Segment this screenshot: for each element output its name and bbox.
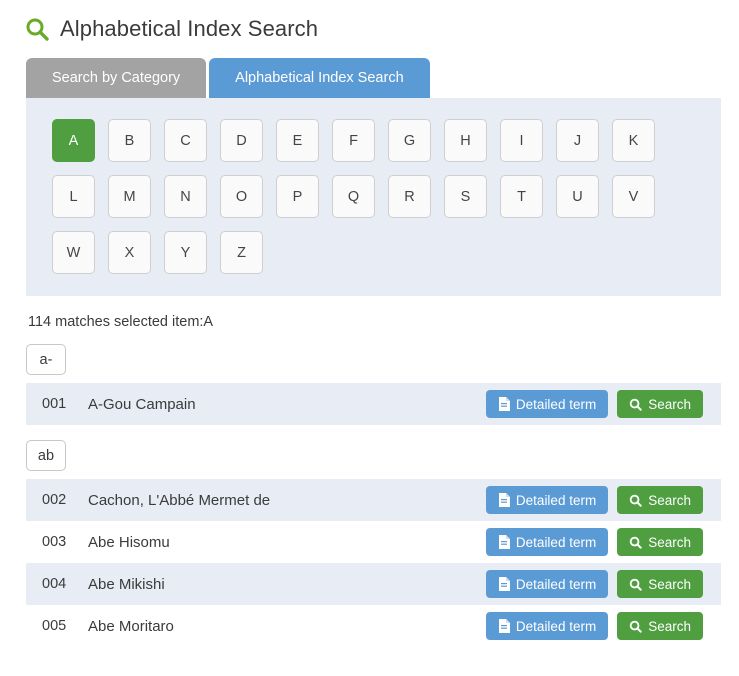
table-row[interactable]: 001 A-Gou Campain Detailed term Search [26,383,721,425]
magnifier-icon [629,620,642,633]
table-row[interactable]: 004 Abe Mikishi Detailed term Search [26,563,721,605]
row-actions: Detailed term Search [485,486,703,514]
document-icon [498,577,510,591]
alpha-button-b[interactable]: B [108,119,151,162]
alpha-button-j[interactable]: J [556,119,599,162]
search-button[interactable]: Search [617,528,703,556]
alpha-button-w[interactable]: W [52,231,95,274]
alpha-button-k[interactable]: K [612,119,655,162]
alpha-button-r[interactable]: R [388,175,431,218]
alpha-button-x[interactable]: X [108,231,151,274]
row-name: Abe Hisomu [88,533,170,551]
alphabet-row-2: L M N O P Q R S T U V [52,175,721,218]
row-number: 001 [42,396,67,412]
alpha-button-d[interactable]: D [220,119,263,162]
group-chip[interactable]: ab [26,440,66,471]
alpha-button-h[interactable]: H [444,119,487,162]
alpha-button-e[interactable]: E [276,119,319,162]
detailed-term-button[interactable]: Detailed term [485,390,609,418]
row-actions: Detailed term Search [485,612,703,640]
tab-bar: Search by Category Alphabetical Index Se… [0,57,739,98]
alpha-button-z[interactable]: Z [220,231,263,274]
alpha-button-q[interactable]: Q [332,175,375,218]
search-button-label: Search [648,396,691,412]
row-name: Cachon, L'Abbé Mermet de [88,491,271,509]
alphabet-panel: A B C D E F G H I J K L M N O P Q R S T … [26,98,721,296]
alpha-button-s[interactable]: S [444,175,487,218]
page-header: Alphabetical Index Search [0,0,739,48]
alpha-button-v[interactable]: V [612,175,655,218]
row-number: 003 [42,534,67,550]
alphabet-row-3: W X Y Z [52,231,721,274]
magnifier-icon [629,578,642,591]
row-number: 002 [42,492,67,508]
search-button[interactable]: Search [617,612,703,640]
alpha-button-p[interactable]: P [276,175,319,218]
result-group: ab 002 Cachon, L'Abbé Mermet de Detailed… [0,440,739,647]
alpha-button-l[interactable]: L [52,175,95,218]
detailed-term-button[interactable]: Detailed term [485,528,609,556]
alpha-button-n[interactable]: N [164,175,207,218]
group-rows: 001 A-Gou Campain Detailed term Search [0,383,739,425]
tab-search-by-category[interactable]: Search by Category [26,57,207,98]
magnifier-icon [629,398,642,411]
magnifier-icon [629,536,642,549]
search-button-label: Search [648,492,691,508]
tab-alphabetical-index-search[interactable]: Alphabetical Index Search [209,57,430,98]
alpha-button-u[interactable]: U [556,175,599,218]
alpha-button-a[interactable]: A [52,119,95,162]
search-button[interactable]: Search [617,486,703,514]
matches-summary: 114 matches selected item:A [28,314,214,330]
search-button-label: Search [648,576,691,592]
search-button-label: Search [648,618,691,634]
detailed-term-button[interactable]: Detailed term [485,612,609,640]
alpha-button-t[interactable]: T [500,175,543,218]
alpha-button-m[interactable]: M [108,175,151,218]
row-actions: Detailed term Search [485,528,703,556]
alpha-button-y[interactable]: Y [164,231,207,274]
detailed-term-button[interactable]: Detailed term [485,486,609,514]
alpha-button-o[interactable]: O [220,175,263,218]
table-row[interactable]: 002 Cachon, L'Abbé Mermet de Detailed te… [26,479,721,521]
row-number: 005 [42,618,67,634]
detailed-term-label: Detailed term [515,396,597,412]
document-icon [498,397,510,411]
alpha-button-c[interactable]: C [164,119,207,162]
search-button[interactable]: Search [617,570,703,598]
result-group: a- 001 A-Gou Campain Detailed term Searc… [0,344,739,425]
magnifier-icon [629,494,642,507]
detailed-term-label: Detailed term [515,576,597,592]
alpha-button-i[interactable]: I [500,119,543,162]
row-name: Abe Mikishi [88,575,165,593]
group-chip[interactable]: a- [26,344,66,375]
search-icon [24,16,50,42]
detailed-term-label: Detailed term [515,534,597,550]
row-actions: Detailed term Search [485,570,703,598]
detailed-term-button[interactable]: Detailed term [485,570,609,598]
alphabet-row-1: A B C D E F G H I J K [52,119,721,162]
detailed-term-label: Detailed term [515,492,597,508]
document-icon [498,619,510,633]
table-row[interactable]: 005 Abe Moritaro Detailed term Search [26,605,721,647]
alpha-button-g[interactable]: G [388,119,431,162]
page-title: Alphabetical Index Search [60,16,319,41]
row-actions: Detailed term Search [485,390,703,418]
detailed-term-label: Detailed term [515,618,597,634]
alpha-button-f[interactable]: F [332,119,375,162]
document-icon [498,535,510,549]
search-button-label: Search [648,534,691,550]
row-name: A-Gou Campain [88,395,196,413]
row-name: Abe Moritaro [88,617,174,635]
group-rows: 002 Cachon, L'Abbé Mermet de Detailed te… [0,479,739,647]
row-number: 004 [42,576,67,592]
document-icon [498,493,510,507]
search-button[interactable]: Search [617,390,703,418]
results-list: a- 001 A-Gou Campain Detailed term Searc… [0,344,739,647]
table-row[interactable]: 003 Abe Hisomu Detailed term Search [26,521,721,563]
